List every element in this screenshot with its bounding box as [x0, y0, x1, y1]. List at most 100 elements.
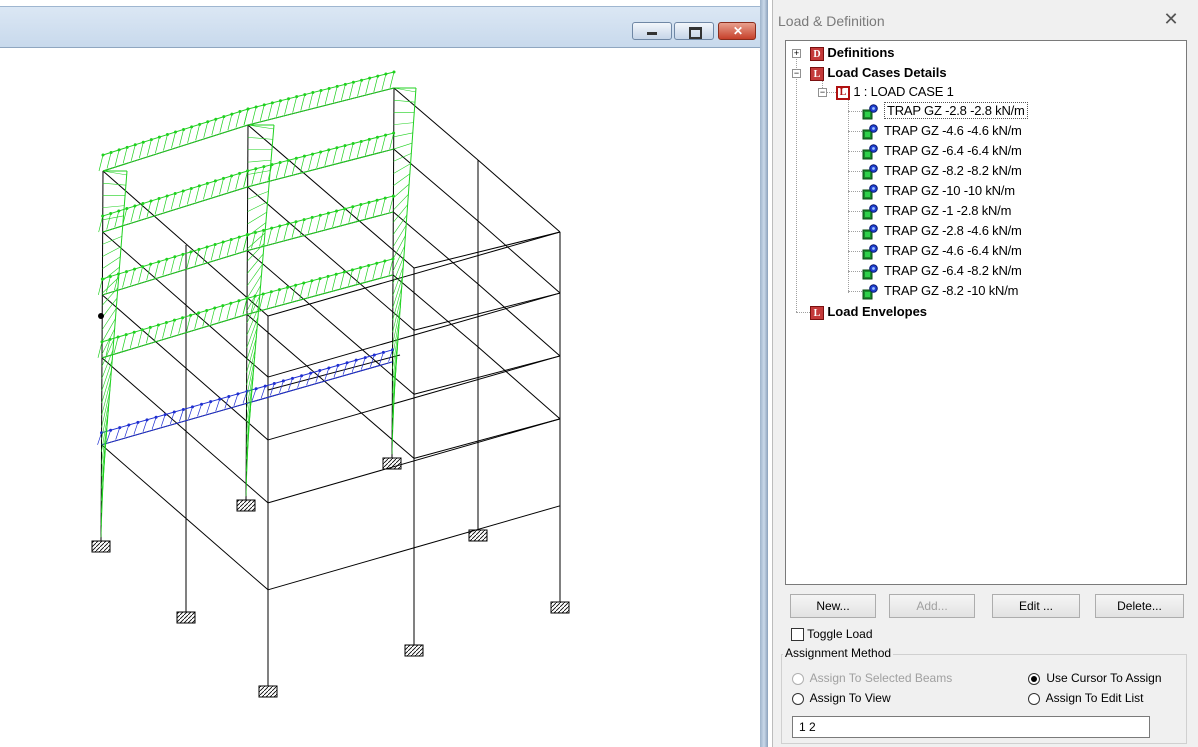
assign-selected-beams-radio[interactable]: Assign To Selected Beams: [792, 671, 952, 685]
collapse-load-case-1-toggle[interactable]: −: [818, 88, 827, 97]
frame-member: [219, 178, 224, 195]
load-node: [272, 382, 276, 386]
use-cursor-radio[interactable]: Use Cursor To Assign: [1028, 671, 1162, 685]
toggle-load-checkbox[interactable]: Toggle Load: [791, 627, 873, 642]
member-load-icon: [862, 244, 878, 260]
tree-item-load[interactable]: TRAP GZ -4.6 -6.4 kN/m: [862, 241, 1022, 261]
fixed-support-icon[interactable]: [550, 601, 570, 614]
tree-item-load-envelopes[interactable]: L Load Envelopes: [810, 302, 927, 322]
fixed-support-icon[interactable]: [258, 685, 278, 698]
frame-member: [393, 87, 479, 161]
tree-item-load[interactable]: TRAP GZ -1 -2.8 kN/m: [862, 201, 1011, 221]
maximize-button[interactable]: [674, 22, 714, 40]
fixed-support-icon[interactable]: [468, 529, 488, 542]
panel-title: Load & Definition: [778, 13, 885, 29]
load-node: [209, 400, 213, 404]
load-node: [383, 259, 387, 263]
delete-button[interactable]: Delete...: [1095, 594, 1184, 618]
load-case-icon: L: [836, 85, 850, 100]
frame-member: [251, 106, 257, 124]
viewport-window[interactable]: ✕: [0, 0, 768, 747]
frame-member: [380, 198, 386, 215]
load-node: [181, 407, 185, 411]
new-button[interactable]: New...: [790, 594, 876, 618]
load-node: [375, 198, 379, 202]
frame-member: [227, 114, 233, 131]
load-tree[interactable]: + D Definitions − L Load Cases Details −…: [785, 40, 1187, 585]
toggle-load-label: Toggle Load: [807, 627, 873, 641]
frame-member: [247, 211, 268, 225]
tree-item-load[interactable]: TRAP GZ -8.2 -8.2 kN/m: [862, 161, 1022, 181]
frame-member: [247, 159, 272, 163]
load-node: [181, 316, 185, 320]
fixed-support-icon[interactable]: [176, 611, 196, 624]
frame-member: [101, 389, 111, 428]
radio-indicator[interactable]: [792, 692, 804, 705]
frame-member: [259, 230, 264, 247]
fixed-support-icon[interactable]: [382, 457, 402, 470]
frame-member: [300, 94, 306, 111]
edit-button[interactable]: Edit ...: [992, 594, 1080, 618]
tree-item-load[interactable]: TRAP GZ -4.6 -4.6 kN/m: [862, 121, 1022, 141]
frame-member: [413, 231, 561, 269]
load-node: [227, 394, 231, 398]
tree-item-load[interactable]: TRAP GZ -8.2 -10 kN/m: [862, 281, 1018, 301]
load-node: [156, 323, 160, 327]
member-load-icon: [862, 184, 878, 200]
radio-indicator[interactable]: [792, 672, 804, 685]
tree-item-load[interactable]: TRAP GZ -2.8 -4.6 kN/m: [862, 221, 1022, 241]
frame-member: [283, 287, 288, 304]
expand-definitions-toggle[interactable]: +: [792, 49, 801, 58]
tree-item-load[interactable]: TRAP GZ -2.8 -2.8 kN/m: [862, 101, 1028, 121]
tree-item-load[interactable]: TRAP GZ -6.4 -6.4 kN/m: [862, 141, 1022, 161]
frame-member: [226, 303, 232, 320]
load-node: [165, 194, 169, 198]
selected-node[interactable]: [98, 313, 104, 319]
frame-member: [307, 280, 313, 297]
add-button[interactable]: Add...: [889, 594, 975, 618]
load-node: [174, 130, 177, 134]
frame-member: [348, 269, 353, 286]
frame-member: [179, 129, 184, 146]
structure-3d-view[interactable]: [0, 47, 760, 747]
load-node: [359, 203, 363, 207]
load-node: [190, 125, 194, 129]
fixed-support-icon[interactable]: [404, 644, 424, 657]
radio-indicator[interactable]: [1028, 692, 1040, 705]
fixed-support-icon[interactable]: [236, 499, 256, 512]
frame-member: [356, 141, 362, 158]
tree-item-load-cases-details[interactable]: L Load Cases Details: [810, 63, 947, 83]
frame-member: [393, 132, 414, 138]
assign-view-radio[interactable]: Assign To View: [792, 691, 891, 705]
radio-indicator[interactable]: [1028, 672, 1040, 685]
load-node: [286, 222, 290, 226]
viewport-titlebar[interactable]: ✕: [0, 6, 764, 48]
window-close-button[interactable]: ✕: [718, 22, 756, 40]
collapse-load-cases-toggle[interactable]: −: [792, 69, 801, 78]
load-node: [269, 290, 273, 294]
load-node: [133, 143, 137, 147]
load-node: [245, 296, 249, 300]
frame-member: [194, 185, 200, 203]
tree-item-load-case-1[interactable]: L 1 : LOAD CASE 1: [836, 82, 954, 102]
tree-item-definitions[interactable]: D Definitions: [810, 43, 895, 63]
checkbox-box[interactable]: [791, 628, 804, 642]
fixed-support-icon[interactable]: [91, 540, 111, 553]
load-node: [246, 107, 250, 111]
frame-member: [349, 82, 354, 99]
assign-edit-list-radio[interactable]: Assign To Edit List: [1028, 691, 1144, 705]
panel-close-button[interactable]: ✕: [1161, 9, 1181, 29]
frame-member: [102, 256, 121, 269]
tree-item-load[interactable]: TRAP GZ -6.4 -8.2 kN/m: [862, 261, 1022, 281]
load-node: [334, 272, 338, 276]
minimize-button[interactable]: [632, 22, 672, 40]
viewport-frame-border: [760, 0, 768, 747]
frame-member: [372, 200, 378, 217]
load-node: [141, 140, 145, 144]
frame-member: [114, 149, 120, 166]
load-diagrams: [97, 70, 417, 538]
edit-list-input[interactable]: 1 2: [792, 716, 1150, 738]
frame-member: [247, 186, 415, 331]
frame-member: [246, 274, 394, 315]
tree-item-load[interactable]: TRAP GZ -10 -10 kN/m: [862, 181, 1015, 201]
